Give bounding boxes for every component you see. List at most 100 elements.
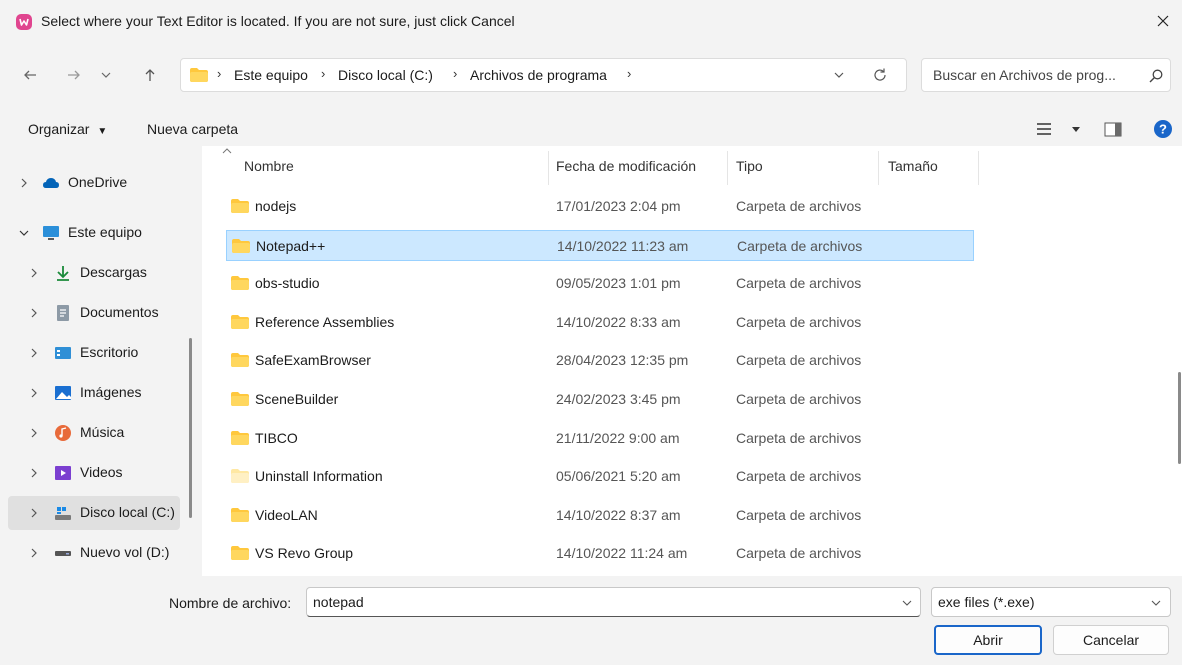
- breadcrumb-archivos-de-programa[interactable]: Archivos de programa: [470, 67, 607, 83]
- search-icon: [1148, 68, 1164, 84]
- refresh-button[interactable]: [871, 66, 889, 84]
- chevron-down-icon: [101, 72, 111, 78]
- file-date: 09/05/2023 1:01 pm: [556, 275, 681, 291]
- drive-icon: [55, 551, 71, 556]
- nav-label: Nuevo vol (D:): [80, 544, 170, 560]
- up-button[interactable]: [138, 63, 162, 87]
- file-row[interactable]: Uninstall Information 05/06/2021 5:20 am C…: [226, 461, 974, 492]
- column-divider[interactable]: [978, 151, 979, 185]
- column-divider[interactable]: [727, 151, 728, 185]
- file-type: Carpeta de archivos: [736, 198, 862, 214]
- file-type: Carpeta de archivos: [737, 238, 863, 254]
- nav-label: OneDrive: [68, 174, 128, 190]
- help-button[interactable]: ?: [1153, 119, 1173, 139]
- nav-item-imagenes[interactable]: Imágenes: [8, 376, 180, 410]
- column-header-type[interactable]: Tipo: [736, 158, 763, 174]
- search-placeholder[interactable]: Buscar en Archivos de prog...: [933, 67, 1116, 83]
- folder-icon: [232, 239, 250, 253]
- file-type: Carpeta de archivos: [736, 352, 862, 368]
- nav-label: Este equipo: [68, 224, 142, 240]
- sort-ascending-icon: [222, 148, 232, 154]
- address-history-button[interactable]: [831, 67, 847, 83]
- file-row[interactable]: VS Revo Group 14/10/2022 11:24 am Carpeta …: [226, 538, 974, 569]
- nav-item-documentos[interactable]: Documentos: [8, 296, 180, 330]
- new-folder-button[interactable]: Nueva carpeta: [147, 121, 238, 137]
- chevron-down-icon: [902, 600, 912, 606]
- file-row[interactable]: SafeExamBrowser 28/04/2023 12:35 pm Carpet…: [226, 345, 974, 376]
- nav-item-disco-local[interactable]: Disco local (C:): [8, 496, 180, 530]
- breadcrumb-separator: ›: [321, 66, 326, 81]
- file-name: nodejs: [255, 198, 297, 214]
- cancel-button[interactable]: Cancelar: [1053, 625, 1169, 655]
- nav-label: Música: [80, 424, 125, 440]
- filename-value[interactable]: notepad: [313, 594, 364, 610]
- nav-item-musica[interactable]: Música: [8, 416, 180, 450]
- download-icon: [57, 266, 69, 281]
- file-date: 28/04/2023 12:35 pm: [556, 352, 689, 368]
- nav-item-este-equipo[interactable]: Este equipo: [8, 216, 180, 250]
- recent-locations-button[interactable]: [98, 65, 114, 85]
- forward-button[interactable]: [62, 63, 86, 87]
- organize-button[interactable]: Organizar ▼: [28, 121, 107, 137]
- chevron-down-icon: [834, 72, 844, 78]
- address-bar[interactable]: › Este equipo › Disco local (C:) › Archi…: [180, 58, 907, 92]
- chevron-right-icon: [31, 388, 37, 398]
- file-name: SceneBuilder: [255, 391, 339, 407]
- breadcrumb-este-equipo[interactable]: Este equipo: [234, 67, 308, 83]
- view-options-button[interactable]: [1036, 122, 1052, 136]
- chevron-right-icon: [31, 428, 37, 438]
- arrow-up-icon: [145, 69, 155, 81]
- column-header-date[interactable]: Fecha de modificación: [556, 158, 696, 174]
- nav-item-onedrive[interactable]: OneDrive: [8, 166, 180, 200]
- file-list-scrollbar[interactable]: [1178, 372, 1181, 464]
- file-row[interactable]: Reference Assemblies 14/10/2022 8:33 am Ca…: [226, 307, 974, 338]
- file-date: 21/11/2022 9:00 am: [556, 430, 680, 446]
- arrow-left-icon: [24, 70, 36, 80]
- file-type: Carpeta de archivos: [736, 314, 862, 330]
- folder-icon: [231, 469, 249, 483]
- file-row[interactable]: Notepad++ 14/10/2022 11:23 am Carpeta de a…: [226, 230, 974, 261]
- folder-icon: [231, 315, 249, 329]
- chevron-down-icon: [1150, 598, 1162, 608]
- filename-input[interactable]: notepad: [306, 587, 921, 617]
- file-name: Reference Assemblies: [255, 314, 395, 330]
- nav-item-descargas[interactable]: Descargas: [8, 256, 180, 290]
- file-row[interactable]: nodejs 17/01/2023 2:04 pm Carpeta de archi…: [226, 191, 974, 222]
- file-date: 14/10/2022 8:33 am: [556, 314, 681, 330]
- nav-scrollbar[interactable]: [189, 338, 192, 518]
- nav-item-escritorio[interactable]: Escritorio: [8, 336, 180, 370]
- breadcrumb-disco-local[interactable]: Disco local (C:): [338, 67, 433, 83]
- file-row[interactable]: obs-studio 09/05/2023 1:01 pm Carpeta de a…: [226, 268, 974, 299]
- column-header-size[interactable]: Tamaño: [888, 158, 938, 174]
- column-header-name[interactable]: Nombre: [244, 158, 294, 174]
- file-name: Uninstall Information: [255, 468, 383, 484]
- search-box[interactable]: Buscar en Archivos de prog...: [921, 58, 1171, 92]
- folder-icon: [231, 431, 249, 445]
- cloud-icon: [43, 178, 59, 188]
- folder-icon: [231, 546, 249, 560]
- open-button[interactable]: Abrir: [934, 625, 1042, 655]
- desktop-icon: [55, 347, 71, 359]
- caret-down-icon[interactable]: [1072, 125, 1080, 133]
- column-divider[interactable]: [548, 151, 549, 185]
- file-type-value: exe files (*.exe): [938, 594, 1035, 610]
- file-row[interactable]: TIBCO 21/11/2022 9:00 am Carpeta de archiv…: [226, 423, 974, 454]
- chevron-right-icon: [31, 348, 37, 358]
- close-button[interactable]: [1152, 10, 1174, 32]
- back-button[interactable]: [18, 63, 42, 87]
- file-date: 17/01/2023 2:04 pm: [556, 198, 681, 214]
- chevron-right-icon: [31, 268, 37, 278]
- computer-icon: [43, 226, 59, 240]
- chevron-right-icon: [31, 468, 37, 478]
- file-type-select[interactable]: exe files (*.exe): [931, 587, 1171, 617]
- column-divider[interactable]: [878, 151, 879, 185]
- breadcrumb-separator[interactable]: ›: [627, 66, 631, 81]
- nav-item-nuevo-vol[interactable]: Nuevo vol (D:): [8, 536, 180, 570]
- nav-label: Documentos: [80, 304, 159, 320]
- filename-dropdown-button[interactable]: [901, 598, 913, 608]
- preview-pane-button[interactable]: [1104, 122, 1122, 137]
- chevron-right-icon: [31, 308, 37, 318]
- nav-item-videos[interactable]: Videos: [8, 456, 180, 490]
- file-row[interactable]: SceneBuilder 24/02/2023 3:45 pm Carpeta de…: [226, 384, 974, 415]
- file-row[interactable]: VideoLAN 14/10/2022 8:37 am Carpeta de arc…: [226, 500, 974, 531]
